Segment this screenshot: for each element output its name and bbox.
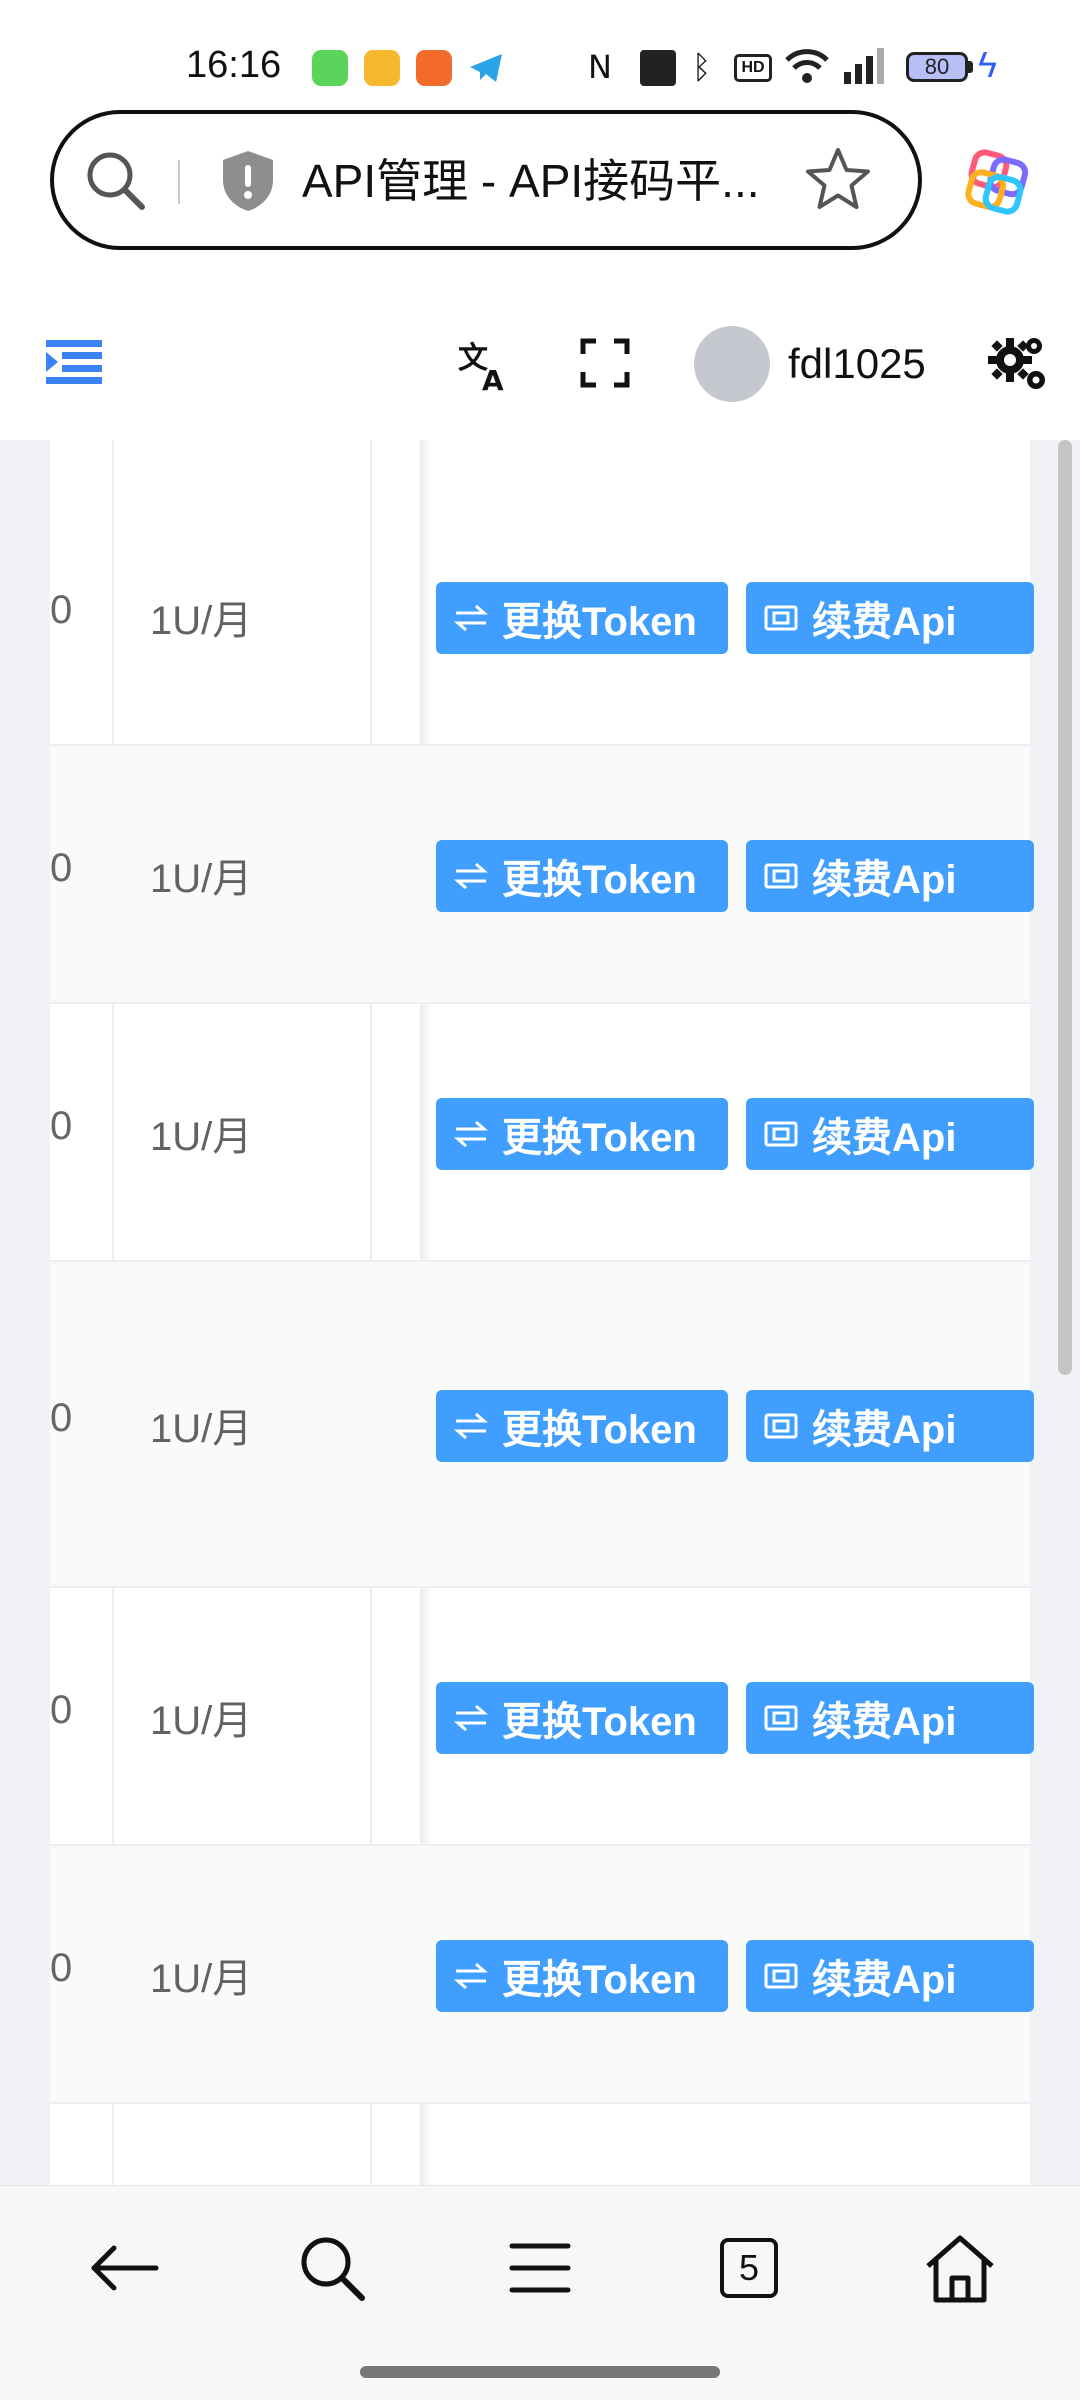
app-notification-icon xyxy=(312,50,348,86)
wifi-icon xyxy=(784,46,830,86)
button-label: 续费Api xyxy=(812,600,957,644)
translate-icon[interactable]: 文 A xyxy=(458,338,512,397)
nfc-icon: N xyxy=(588,48,612,86)
username[interactable]: fdl1025 xyxy=(788,336,926,392)
price-cell: 1U/月 xyxy=(150,599,253,643)
cut-off-cell: 0 xyxy=(50,1396,73,1440)
swap-icon xyxy=(454,1704,488,1732)
bookmark-star-icon[interactable] xyxy=(802,144,874,216)
vibrate-icon xyxy=(640,50,676,86)
swap-icon xyxy=(454,604,488,632)
app-store-notification-icon xyxy=(416,50,452,86)
swap-icon xyxy=(454,1120,488,1148)
search-icon[interactable] xyxy=(80,145,150,215)
renew-api-button[interactable]: 续费Api xyxy=(746,582,1034,654)
button-label: 更换Token xyxy=(502,1116,697,1160)
table-header-price: ━━━━ xyxy=(152,440,352,442)
button-label: 更换Token xyxy=(502,1700,697,1744)
price-cell: 1U/月 xyxy=(150,1699,253,1743)
button-label: 续费Api xyxy=(812,1116,957,1160)
price-cell: 1U/月 xyxy=(150,1407,253,1451)
cut-off-cell: 0 xyxy=(50,846,73,890)
renew-api-button[interactable]: 续费Api xyxy=(746,1682,1034,1754)
change-token-button[interactable]: 更换Token xyxy=(436,1390,728,1462)
sidebar-toggle-icon[interactable] xyxy=(46,340,102,384)
table-row: 0 1U/月 更换Token 续费Api xyxy=(50,1262,1034,1588)
avatar[interactable] xyxy=(694,326,770,402)
change-token-button[interactable]: 更换Token xyxy=(436,1940,728,2012)
battery-icon: 80 xyxy=(906,52,968,82)
books-notification-icon xyxy=(364,50,400,86)
address-divider xyxy=(178,160,180,204)
api-table: ━━━━ 0 1U/月 更换Token 续费Api 0 1U/月 更换Token xyxy=(50,440,1034,2185)
search-icon[interactable] xyxy=(294,2230,370,2306)
button-label: 续费Api xyxy=(812,1408,957,1452)
button-label: 更换Token xyxy=(502,600,697,644)
status-time: 16:16 xyxy=(186,44,282,86)
settings-gear-icon[interactable] xyxy=(988,334,1050,396)
cut-off-cell: 0 xyxy=(50,1946,73,1990)
button-label: 更换Token xyxy=(502,1958,697,2002)
table-row: 0 1U/月 更换Token 续费Api xyxy=(50,488,1034,746)
wallet-icon xyxy=(764,1705,798,1731)
shield-icon[interactable] xyxy=(218,148,278,214)
home-icon[interactable] xyxy=(922,2230,998,2306)
home-indicator[interactable] xyxy=(360,2366,720,2378)
status-bar xyxy=(0,0,1080,100)
scrollbar-thumb[interactable] xyxy=(1058,440,1072,1375)
button-label: 续费Api xyxy=(812,1958,957,2002)
button-label: 更换Token xyxy=(502,1408,697,1452)
table-row: 0 1U/月 更换Token 续费Api xyxy=(50,746,1034,1004)
table-row: 0 1U/月 更换Token 续费Api xyxy=(50,1588,1034,1846)
button-label: 续费Api xyxy=(812,858,957,902)
button-label: 更换Token xyxy=(502,858,697,902)
renew-api-button[interactable]: 续费Api xyxy=(746,1098,1034,1170)
hd-icon: HD xyxy=(734,54,772,82)
price-cell: 1U/月 xyxy=(150,1957,253,2001)
renew-api-button[interactable]: 续费Api xyxy=(746,840,1034,912)
swap-icon xyxy=(454,1412,488,1440)
cut-off-cell: 0 xyxy=(50,588,73,632)
wallet-icon xyxy=(764,1963,798,1989)
table-row: 0 1U/月 更换Token 续费Api xyxy=(50,1004,1034,1262)
swap-icon xyxy=(454,862,488,890)
change-token-button[interactable]: 更换Token xyxy=(436,1682,728,1754)
menu-icon[interactable] xyxy=(502,2230,578,2306)
charging-icon: ϟ xyxy=(978,44,998,85)
change-token-button[interactable]: 更换Token xyxy=(436,582,728,654)
price-cell: 1U/月 xyxy=(150,1115,253,1159)
signal-icon xyxy=(840,46,886,86)
wallet-icon xyxy=(764,1121,798,1147)
wallet-icon xyxy=(764,1413,798,1439)
button-label: 续费Api xyxy=(812,1700,957,1744)
back-arrow-icon[interactable] xyxy=(86,2230,162,2306)
browser-logo-icon[interactable] xyxy=(962,148,1030,216)
bluetooth-icon: ᛒ xyxy=(692,48,712,86)
content-area: ━━━━ 0 1U/月 更换Token 续费Api 0 1U/月 更换Token xyxy=(0,440,1080,2185)
page-title[interactable]: API管理 - API接码平... xyxy=(302,150,772,212)
change-token-button[interactable]: 更换Token xyxy=(436,840,728,912)
battery-tip xyxy=(968,61,973,73)
wallet-icon xyxy=(764,863,798,889)
table-row: 0 1U/月 更换Token 续费Api xyxy=(50,1846,1034,2104)
svg-text:A: A xyxy=(482,364,504,392)
tabs-count-button[interactable]: 5 xyxy=(720,2238,778,2298)
price-cell: 1U/月 xyxy=(150,857,253,901)
wallet-icon xyxy=(764,605,798,631)
swap-icon xyxy=(454,1962,488,1990)
fullscreen-icon[interactable] xyxy=(580,338,630,388)
cut-off-cell: 0 xyxy=(50,1688,73,1732)
change-token-button[interactable]: 更换Token xyxy=(436,1098,728,1170)
renew-api-button[interactable]: 续费Api xyxy=(746,1940,1034,2012)
renew-api-button[interactable]: 续费Api xyxy=(746,1390,1034,1462)
cut-off-cell: 0 xyxy=(50,1104,73,1148)
telegram-notification-icon xyxy=(466,48,506,88)
